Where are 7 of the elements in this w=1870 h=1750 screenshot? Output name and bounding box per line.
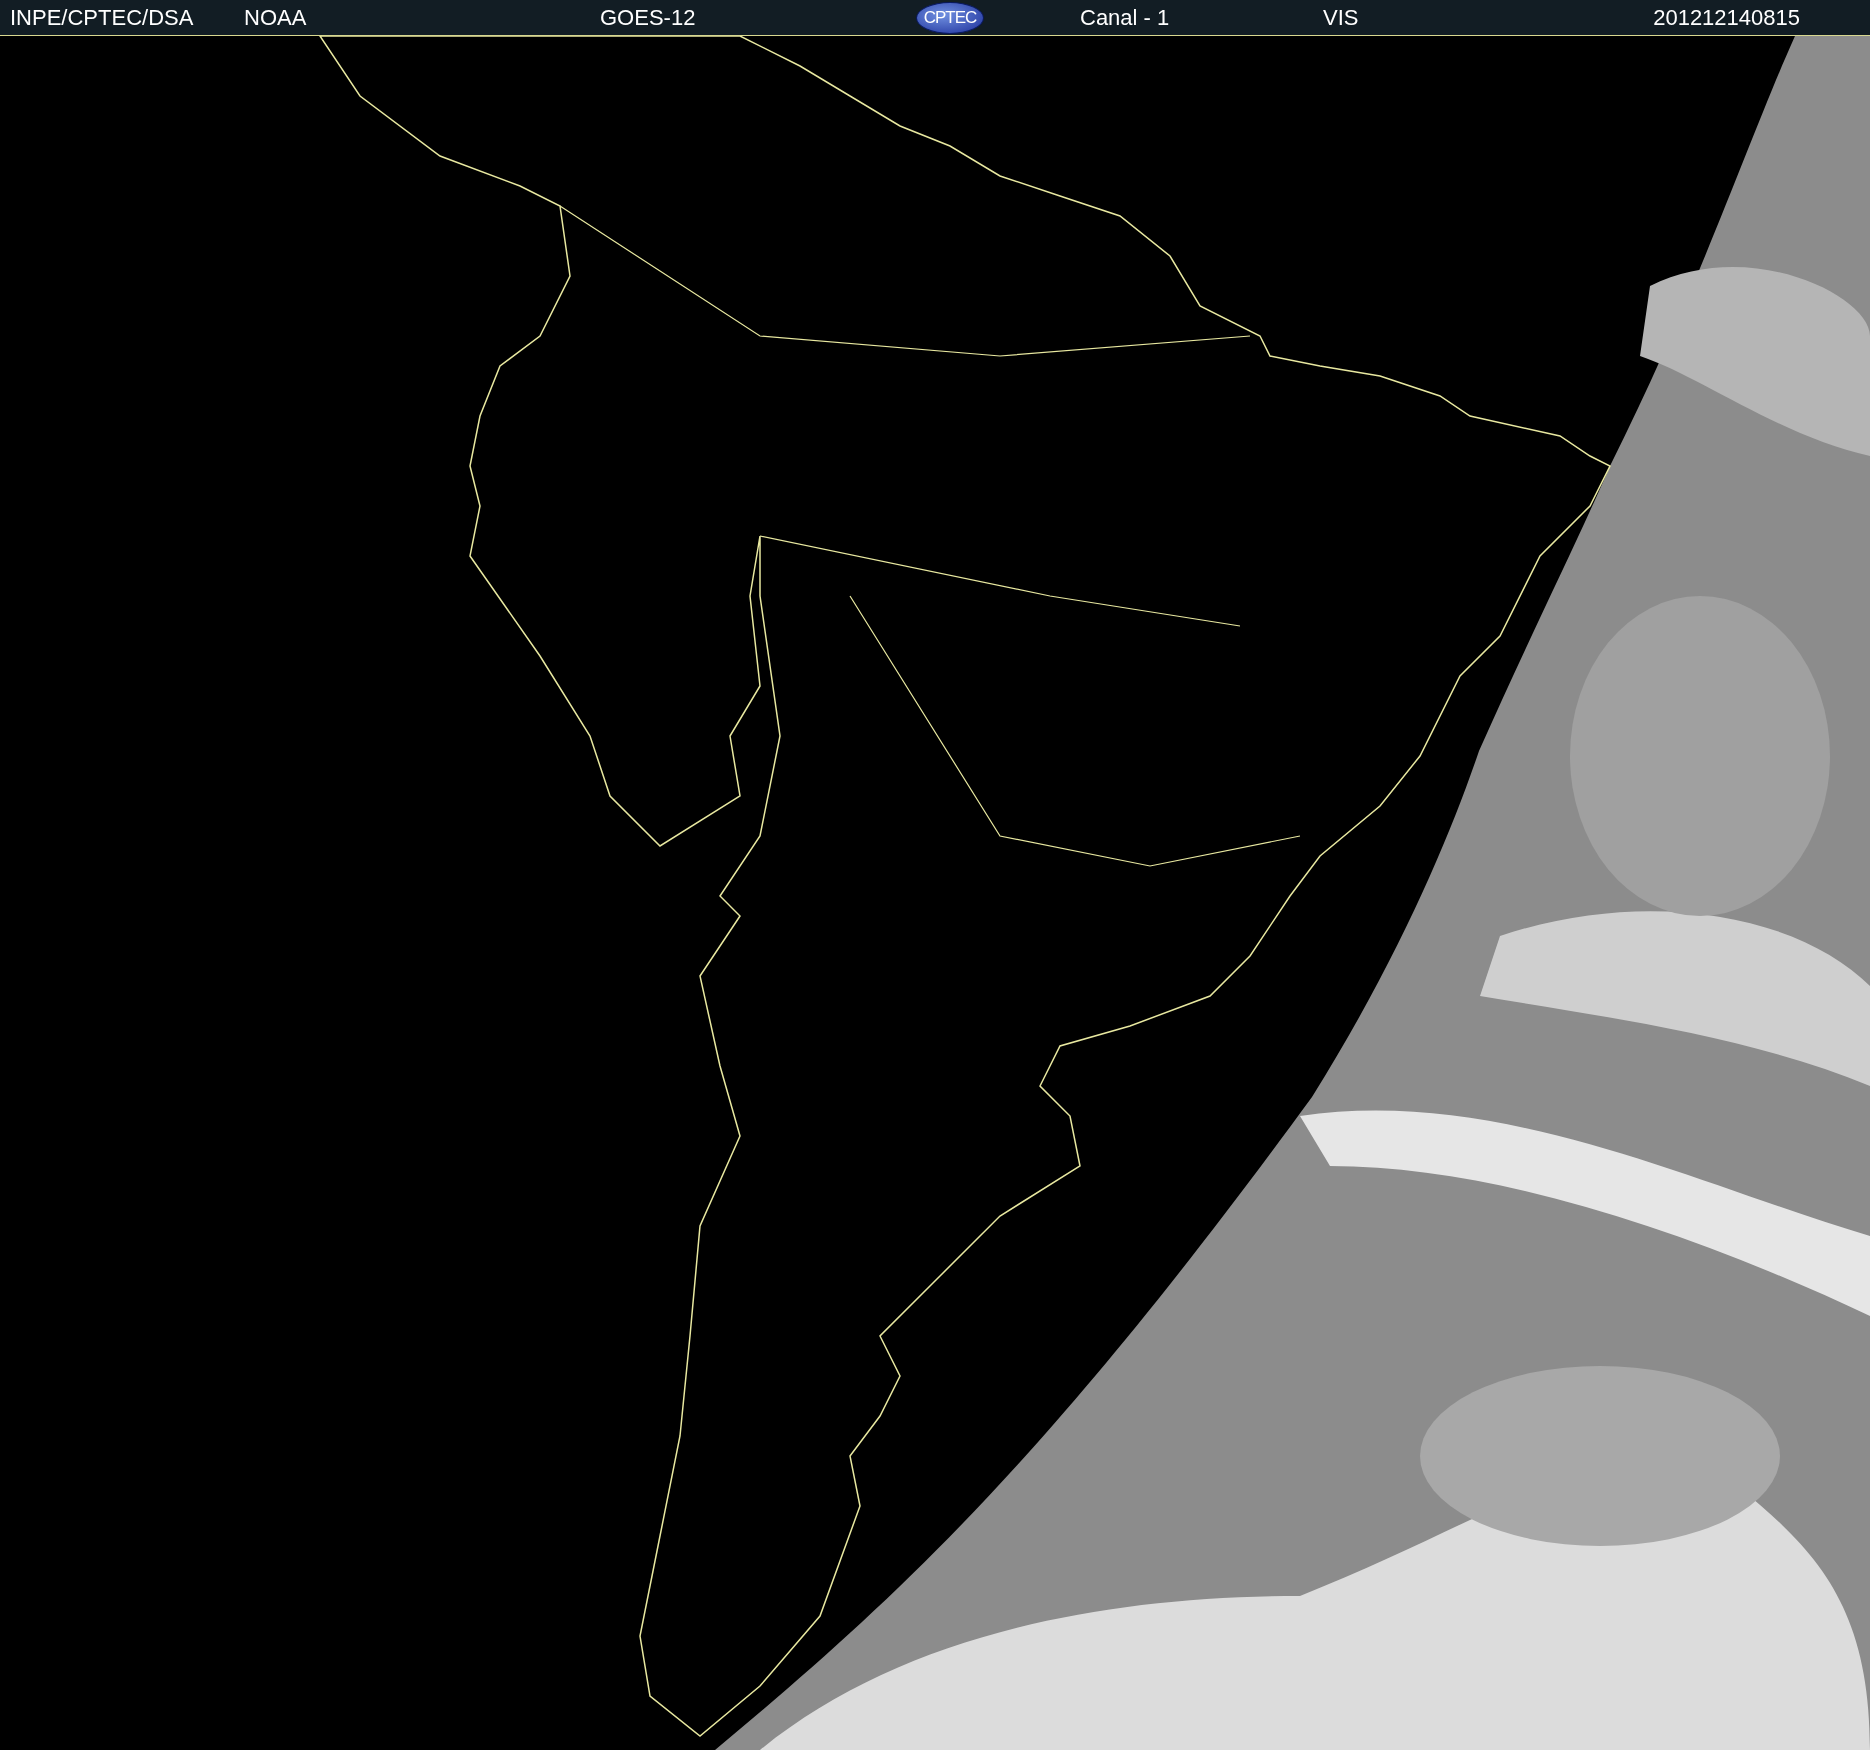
header-label: VIS xyxy=(1323,4,1359,31)
logo: CPTEC xyxy=(916,1,984,34)
header-label: NOAA xyxy=(244,4,307,31)
header-label: Canal - 1 xyxy=(1080,4,1170,31)
header-label: GOES-12 xyxy=(600,4,696,31)
header-label: INPE/CPTEC/DSA xyxy=(10,4,194,31)
header-label: 201212140815 xyxy=(1653,4,1800,31)
